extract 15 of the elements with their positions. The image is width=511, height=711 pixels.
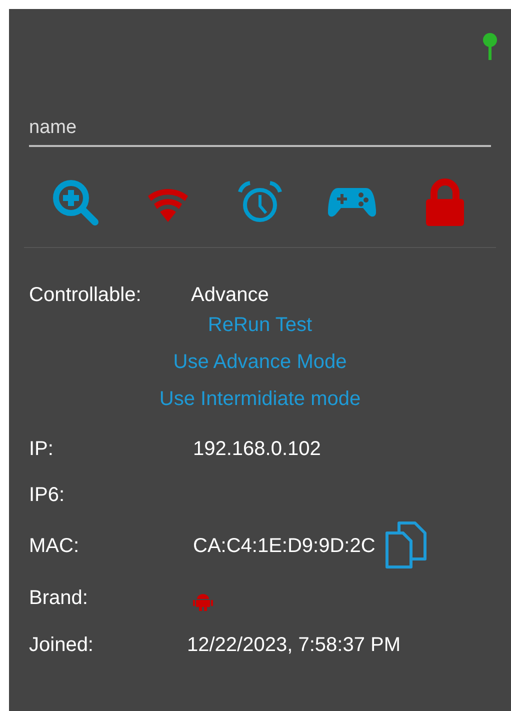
- field-value: Advance: [191, 283, 269, 308]
- field-label: IP6:: [29, 483, 66, 508]
- action-link[interactable]: Use Intermidiate mode: [159, 385, 361, 414]
- name-field[interactable]: name: [29, 114, 491, 148]
- field-value: CA:C4:1E:D9:9D:2C: [193, 534, 376, 559]
- field-value: 12/22/2023, 7:58:37 PM: [187, 633, 400, 658]
- field-label: IP:: [29, 437, 54, 462]
- field-label: Controllable:: [29, 283, 142, 308]
- action-link[interactable]: Use Advance Mode: [173, 348, 347, 377]
- zoom-in-icon[interactable]: [51, 178, 100, 228]
- field-label: MAC:: [29, 534, 80, 559]
- field-label: Joined:: [29, 633, 94, 658]
- field-value: 192.168.0.102: [193, 437, 321, 462]
- action-link[interactable]: ReRun Test: [208, 311, 312, 340]
- field-label: Brand:: [29, 586, 89, 611]
